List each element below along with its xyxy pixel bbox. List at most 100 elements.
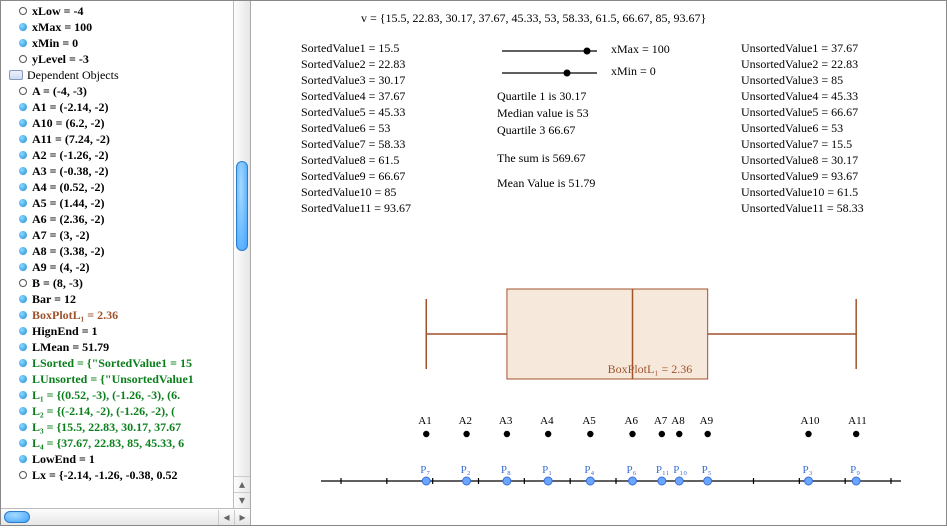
median-text: Median value is 53 (497, 106, 589, 121)
list-item[interactable]: A10 = (6.2, -2) (9, 115, 250, 131)
list-item[interactable]: Bar = 12 (9, 291, 250, 307)
list-item[interactable]: LowEnd = 1 (9, 451, 250, 467)
p-point[interactable] (704, 477, 712, 485)
list-item[interactable]: L₄ = {37.67, 22.83, 85, 45.33, 6 (9, 435, 250, 451)
visible-dot-icon[interactable] (19, 439, 27, 447)
graphics-canvas[interactable]: v = {15.5, 22.83, 30.17, 37.67, 45.33, 5… (251, 1, 946, 525)
dependent-header[interactable]: Dependent Objects (9, 67, 250, 83)
list-item[interactable]: A1 = (-2.14, -2) (9, 99, 250, 115)
visible-dot-icon[interactable] (19, 135, 27, 143)
object-list[interactable]: xLow = -4xMax = 100xMin = 0yLevel = -3De… (1, 1, 250, 507)
visible-dot-icon[interactable] (19, 183, 27, 191)
p-point[interactable] (422, 477, 430, 485)
list-item[interactable]: xMax = 100 (9, 19, 250, 35)
list-item[interactable]: B = (8, -3) (9, 275, 250, 291)
p-point[interactable] (544, 477, 552, 485)
a-point[interactable] (676, 431, 682, 437)
a-point[interactable] (853, 431, 859, 437)
visible-dot-icon[interactable] (19, 455, 27, 463)
hidden-dot-icon[interactable] (19, 55, 27, 63)
list-item[interactable]: A5 = (1.44, -2) (9, 195, 250, 211)
visible-dot-icon[interactable] (19, 423, 27, 431)
a-point[interactable] (629, 431, 635, 437)
visible-dot-icon[interactable] (19, 263, 27, 271)
visible-dot-icon[interactable] (19, 119, 27, 127)
list-item[interactable]: Lx = {-2.14, -1.26, -0.38, 0.52 (9, 467, 250, 483)
list-item[interactable]: LMean = 51.79 (9, 339, 250, 355)
list-item[interactable]: A9 = (4, -2) (9, 259, 250, 275)
a-point[interactable] (805, 431, 811, 437)
hidden-dot-icon[interactable] (19, 279, 27, 287)
list-item[interactable]: LUnsorted = {"UnsortedValue1 (9, 371, 250, 387)
xmin-slider[interactable] (497, 63, 627, 83)
list-item[interactable]: xLow = -4 (9, 3, 250, 19)
visible-dot-icon[interactable] (19, 359, 27, 367)
a-point[interactable] (463, 431, 469, 437)
list-item[interactable]: A4 = (0.52, -2) (9, 179, 250, 195)
p-point[interactable] (675, 477, 683, 485)
p-point[interactable] (629, 477, 637, 485)
p-point[interactable] (852, 477, 860, 485)
q3-text: Quartile 3 66.67 (497, 123, 575, 138)
xmax-slider[interactable] (497, 41, 627, 61)
hidden-dot-icon[interactable] (19, 7, 27, 15)
a-point[interactable] (423, 431, 429, 437)
p-point[interactable] (503, 477, 511, 485)
visible-dot-icon[interactable] (19, 375, 27, 383)
visible-dot-icon[interactable] (19, 391, 27, 399)
visible-dot-icon[interactable] (19, 199, 27, 207)
boxplot-chart[interactable]: BoxPlotL₁ = 2.36A1A2A3A4A5A6A7A8A9A10A11… (301, 239, 921, 529)
p-point[interactable] (658, 477, 666, 485)
hidden-dot-icon[interactable] (19, 87, 27, 95)
list-item[interactable]: L₂ = {(-2.14, -2), (-1.26, -2), ( (9, 403, 250, 419)
visible-dot-icon[interactable] (19, 231, 27, 239)
horizontal-scrollbar[interactable]: ◂ ▸ (1, 508, 250, 525)
list-item[interactable]: A8 = (3.38, -2) (9, 243, 250, 259)
visible-dot-icon[interactable] (19, 327, 27, 335)
visible-dot-icon[interactable] (19, 151, 27, 159)
visible-dot-icon[interactable] (19, 247, 27, 255)
list-item[interactable]: A3 = (-0.38, -2) (9, 163, 250, 179)
header-v: v = {15.5, 22.83, 30.17, 37.67, 45.33, 5… (361, 11, 706, 26)
list-item[interactable]: L₃ = {15.5, 22.83, 30.17, 37.67 (9, 419, 250, 435)
visible-dot-icon[interactable] (19, 167, 27, 175)
hscroll-left-icon[interactable]: ◂ (218, 510, 234, 525)
visible-dot-icon[interactable] (19, 343, 27, 351)
hscroll-thumb[interactable] (4, 511, 30, 523)
list-item[interactable]: A6 = (2.36, -2) (9, 211, 250, 227)
a-point[interactable] (587, 431, 593, 437)
visible-dot-icon[interactable] (19, 39, 27, 47)
list-item[interactable]: A11 = (7.24, -2) (9, 131, 250, 147)
hidden-dot-icon[interactable] (19, 471, 27, 479)
list-item[interactable]: BoxPlotL₁ = 2.36 (9, 307, 250, 323)
sorted-value: SortedValue7 = 58.33 (301, 137, 405, 152)
vscroll-down-icon[interactable]: ▾ (234, 492, 250, 508)
visible-dot-icon[interactable] (19, 103, 27, 111)
p-point[interactable] (586, 477, 594, 485)
hscroll-right-icon[interactable]: ▸ (234, 510, 250, 525)
p-point[interactable] (805, 477, 813, 485)
a-point[interactable] (504, 431, 510, 437)
list-item[interactable]: xMin = 0 (9, 35, 250, 51)
vertical-scrollbar[interactable]: ▴ ▾ (233, 1, 250, 508)
p-point[interactable] (463, 477, 471, 485)
list-item[interactable]: A2 = (-1.26, -2) (9, 147, 250, 163)
a-point[interactable] (545, 431, 551, 437)
visible-dot-icon[interactable] (19, 295, 27, 303)
list-item[interactable]: yLevel = -3 (9, 51, 250, 67)
list-item[interactable]: HignEnd = 1 (9, 323, 250, 339)
vscroll-thumb[interactable] (236, 161, 248, 251)
a-point[interactable] (704, 431, 710, 437)
visible-dot-icon[interactable] (19, 23, 27, 31)
visible-dot-icon[interactable] (19, 215, 27, 223)
visible-dot-icon[interactable] (19, 407, 27, 415)
p-label: P₂ (461, 464, 471, 476)
a-point[interactable] (659, 431, 665, 437)
list-item[interactable]: L₁ = {(0.52, -3), (-1.26, -3), (6. (9, 387, 250, 403)
visible-dot-icon[interactable] (19, 311, 27, 319)
list-item[interactable]: A = (-4, -3) (9, 83, 250, 99)
list-item-label: B = (8, -3) (32, 276, 83, 291)
vscroll-up-icon[interactable]: ▴ (234, 476, 250, 492)
list-item[interactable]: A7 = (3, -2) (9, 227, 250, 243)
list-item[interactable]: LSorted = {"SortedValue1 = 15 (9, 355, 250, 371)
